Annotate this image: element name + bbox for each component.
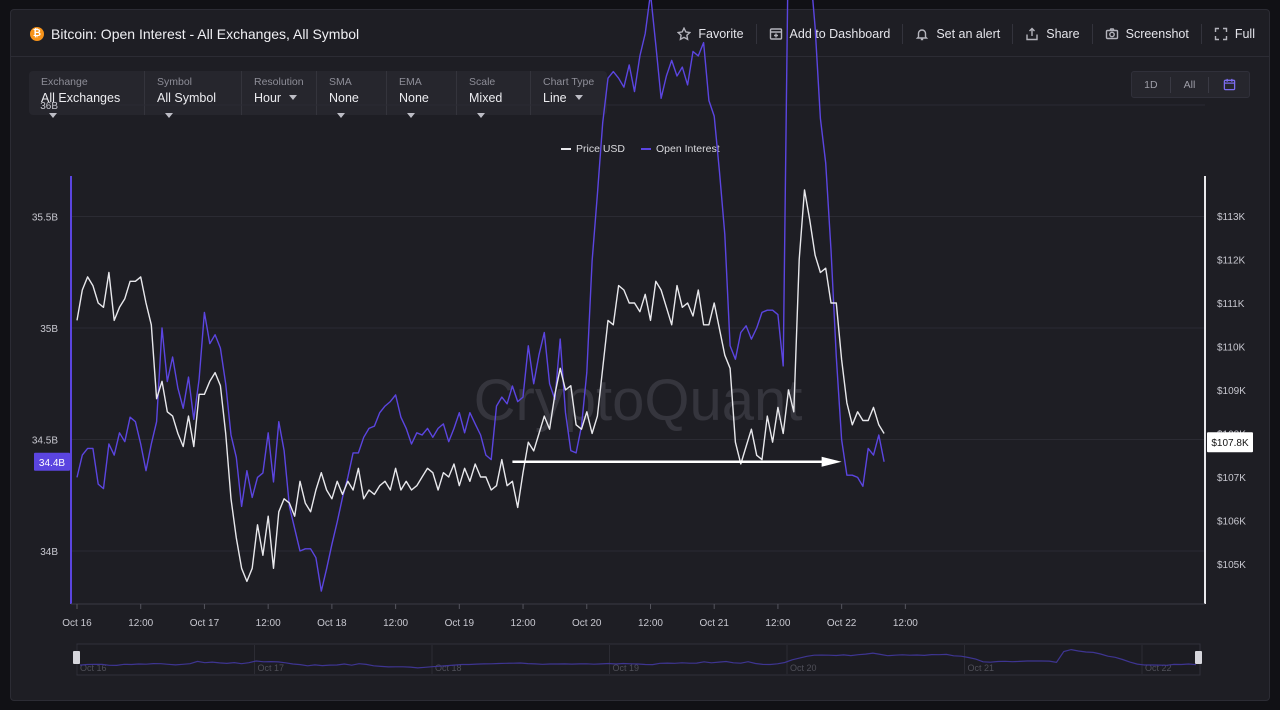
right-axis-tick: $111K bbox=[1217, 299, 1245, 310]
right-axis-tick: $112K bbox=[1217, 256, 1246, 267]
x-axis-tick: 12:00 bbox=[256, 618, 281, 629]
price-current-label: $107.8K bbox=[1211, 438, 1249, 449]
x-axis-tick: 12:00 bbox=[128, 618, 153, 629]
open-interest-line bbox=[76, 0, 885, 592]
navigator-left-handle[interactable] bbox=[73, 651, 80, 664]
chart-canvas: 34B34.5B35B35.5B36B36.5B37B$105K$106K$10… bbox=[32, 0, 1253, 676]
x-axis-tick: Oct 16 bbox=[62, 618, 92, 629]
navigator-date-label: Oct 20 bbox=[790, 663, 817, 673]
navigator-right-handle[interactable] bbox=[1195, 651, 1202, 664]
open-interest-current-label: 34.4B bbox=[39, 458, 65, 469]
x-axis-tick: Oct 19 bbox=[445, 618, 475, 629]
left-axis-tick: 35B bbox=[40, 324, 58, 335]
left-axis-tick: 36B bbox=[40, 101, 58, 112]
x-axis-tick: 12:00 bbox=[893, 618, 918, 629]
left-axis-tick: 35.5B bbox=[32, 213, 58, 224]
watermark-text: CryptoQuant bbox=[474, 368, 803, 433]
x-axis-tick: 12:00 bbox=[383, 618, 408, 629]
x-axis-tick: Oct 20 bbox=[572, 618, 602, 629]
right-axis-tick: $110K bbox=[1217, 343, 1246, 354]
left-axis-tick: 36.5B bbox=[32, 0, 58, 1]
right-axis-tick: $106K bbox=[1217, 517, 1246, 528]
x-axis-tick: 12:00 bbox=[765, 618, 790, 629]
left-axis-tick: 34B bbox=[40, 547, 58, 558]
right-axis-tick: $105K bbox=[1217, 560, 1246, 571]
right-axis-tick: $107K bbox=[1217, 473, 1246, 484]
annotation-arrow-head bbox=[821, 456, 842, 467]
x-axis-tick: 12:00 bbox=[638, 618, 663, 629]
right-axis-tick: $109K bbox=[1217, 386, 1246, 397]
navigator-date-label: Oct 17 bbox=[258, 663, 285, 673]
x-axis-tick: Oct 18 bbox=[317, 618, 347, 629]
right-axis-tick: $113K bbox=[1217, 212, 1246, 223]
left-axis-tick: 34.5B bbox=[32, 436, 58, 447]
x-axis-tick: Oct 22 bbox=[827, 618, 857, 629]
x-axis-tick: Oct 21 bbox=[699, 618, 729, 629]
x-axis-tick: 12:00 bbox=[511, 618, 536, 629]
x-axis-tick: Oct 17 bbox=[190, 618, 220, 629]
navigator-date-label: Oct 21 bbox=[968, 663, 995, 673]
